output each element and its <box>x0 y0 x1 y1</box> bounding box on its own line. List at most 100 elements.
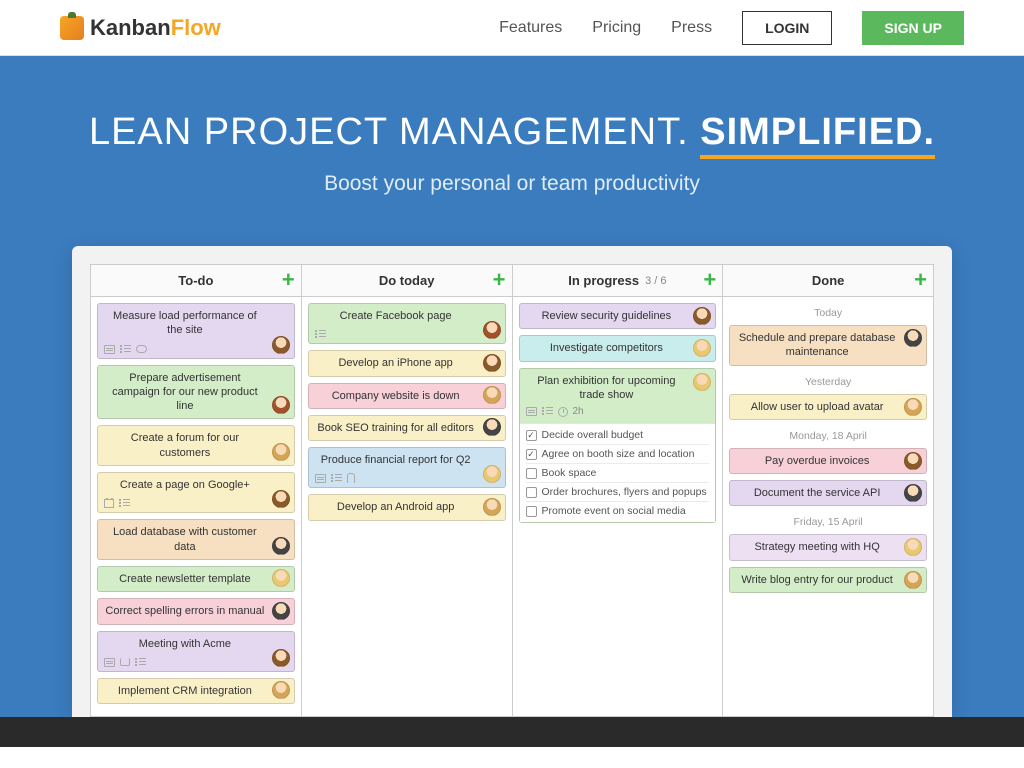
logo[interactable]: KanbanFlow <box>60 15 221 41</box>
column-body-done: Today Schedule and prepare database main… <box>723 297 933 605</box>
checklist-item[interactable]: Book space <box>526 463 710 482</box>
nav-press[interactable]: Press <box>671 19 712 37</box>
kanban-card[interactable]: Create a page on Google+ <box>97 472 295 513</box>
card-title: Write blog entry for our product <box>736 573 920 587</box>
checkbox-icon[interactable] <box>526 487 537 498</box>
checklist-item[interactable]: Promote event on social media <box>526 501 710 520</box>
login-button[interactable]: LOGIN <box>742 11 832 45</box>
checkbox-icon[interactable] <box>526 430 537 441</box>
checklist-item-label: Order brochures, flyers and popups <box>542 486 707 498</box>
signup-button[interactable]: SIGN UP <box>862 11 964 45</box>
avatar <box>904 329 922 347</box>
kanban-card[interactable]: Create newsletter template <box>97 566 295 592</box>
add-card-button[interactable]: + <box>493 269 506 291</box>
kanban-card[interactable]: Investigate competitors <box>519 335 717 361</box>
date-group-label: Monday, 18 April <box>729 426 927 448</box>
nav-features[interactable]: Features <box>499 19 562 37</box>
column-title: Do today <box>379 273 435 288</box>
card-title: Schedule and prepare database maintenanc… <box>736 331 920 360</box>
card-meta: 2h <box>526 406 710 417</box>
note-icon <box>315 474 326 483</box>
hero-subtitle: Boost your personal or team productivity <box>0 172 1024 196</box>
card-meta <box>104 345 147 354</box>
add-card-button[interactable]: + <box>914 269 927 291</box>
kanban-card[interactable]: Write blog entry for our product <box>729 567 927 593</box>
avatar <box>693 373 711 391</box>
list-icon <box>119 499 130 508</box>
clock-icon <box>558 407 568 417</box>
hero-title-strong: SIMPLIFIED. <box>700 111 935 159</box>
avatar <box>272 602 290 620</box>
avatar <box>483 465 501 483</box>
list-icon <box>120 345 131 354</box>
kanban-card[interactable]: Document the service API <box>729 480 927 506</box>
hero-title-pre: LEAN PROJECT MANAGEMENT. <box>89 111 700 153</box>
column-todo: To-do + Measure load performance of the … <box>91 265 302 716</box>
kanban-card[interactable]: Develop an Android app <box>308 494 506 520</box>
checkbox-icon[interactable] <box>526 468 537 479</box>
kanban-card[interactable]: Prepare advertisement campaign for our n… <box>97 365 295 420</box>
kanban-card[interactable]: Correct spelling errors in manual <box>97 598 295 624</box>
card-title: Prepare advertisement campaign for our n… <box>104 371 288 414</box>
kanban-card[interactable]: Implement CRM integration <box>97 678 295 704</box>
card-title: Review security guidelines <box>526 309 710 323</box>
add-card-button[interactable]: + <box>703 269 716 291</box>
column-inprogress: In progress 3 / 6 + Review security guid… <box>513 265 724 716</box>
card-meta <box>104 499 130 508</box>
kanban-card[interactable]: Allow user to upload avatar <box>729 394 927 420</box>
card-meta <box>104 658 146 667</box>
note-icon <box>526 407 537 416</box>
list-icon <box>135 658 146 667</box>
avatar <box>483 498 501 516</box>
kanban-card[interactable]: Company website is down <box>308 383 506 409</box>
checklist-item[interactable]: Order brochures, flyers and popups <box>526 482 710 501</box>
avatar <box>272 336 290 354</box>
kanban-card[interactable]: Pay overdue invoices <box>729 448 927 474</box>
card-title: Measure load performance of the site <box>104 309 288 338</box>
kanban-card[interactable]: Create a forum for our customers <box>97 425 295 466</box>
kanban-card[interactable]: Meeting with Acme <box>97 631 295 672</box>
column-header-inprogress: In progress 3 / 6 + <box>513 265 723 297</box>
kanban-card[interactable]: Strategy meeting with HQ <box>729 534 927 560</box>
logo-text-2: Flow <box>171 15 221 40</box>
kanban-card[interactable]: Load database with customer data <box>97 519 295 560</box>
checklist-item[interactable]: Decide overall budget <box>526 426 710 444</box>
card-title: Meeting with Acme <box>104 637 288 651</box>
hero: LEAN PROJECT MANAGEMENT. SIMPLIFIED. Boo… <box>0 56 1024 717</box>
kanban-card[interactable]: Create Facebook page <box>308 303 506 344</box>
avatar <box>904 571 922 589</box>
checkbox-icon[interactable] <box>526 449 537 460</box>
date-group-label: Yesterday <box>729 372 927 394</box>
kanban-card[interactable]: Measure load performance of the site <box>97 303 295 359</box>
date-group-label: Friday, 15 April <box>729 512 927 534</box>
footer-bar <box>0 717 1024 747</box>
kanban-card[interactable]: Produce financial report for Q2 <box>308 447 506 488</box>
column-done: Done + Today Schedule and prepare databa… <box>723 265 933 716</box>
kanban-card[interactable]: Develop an iPhone app <box>308 350 506 376</box>
card-title: Strategy meeting with HQ <box>736 540 920 554</box>
kanban-card[interactable]: Review security guidelines <box>519 303 717 329</box>
column-count: 3 / 6 <box>645 275 666 287</box>
note-icon <box>104 658 115 667</box>
nav: Features Pricing Press LOGIN SIGN UP <box>499 11 964 45</box>
list-icon <box>331 474 342 483</box>
checklist-item[interactable]: Agree on booth size and location <box>526 444 710 463</box>
card-title: Load database with customer data <box>104 525 288 554</box>
card-title: Create newsletter template <box>104 572 288 586</box>
card-title: Develop an iPhone app <box>315 356 499 370</box>
add-card-button[interactable]: + <box>282 269 295 291</box>
avatar <box>272 443 290 461</box>
column-body-inprogress: Review security guidelines Investigate c… <box>513 297 723 535</box>
kanban-card[interactable]: Book SEO training for all editors <box>308 415 506 441</box>
column-header-dotoday: Do today + <box>302 265 512 297</box>
card-title: Plan exhibition for upcoming trade show <box>526 374 710 403</box>
avatar <box>483 418 501 436</box>
avatar <box>904 452 922 470</box>
column-dotoday: Do today + Create Facebook page Develop … <box>302 265 513 716</box>
avatar <box>272 569 290 587</box>
checkbox-icon[interactable] <box>526 506 537 517</box>
kanban-card[interactable]: Schedule and prepare database maintenanc… <box>729 325 927 366</box>
kanban-card-expanded[interactable]: Plan exhibition for upcoming trade show … <box>519 368 717 524</box>
column-header-todo: To-do + <box>91 265 301 297</box>
nav-pricing[interactable]: Pricing <box>592 19 641 37</box>
